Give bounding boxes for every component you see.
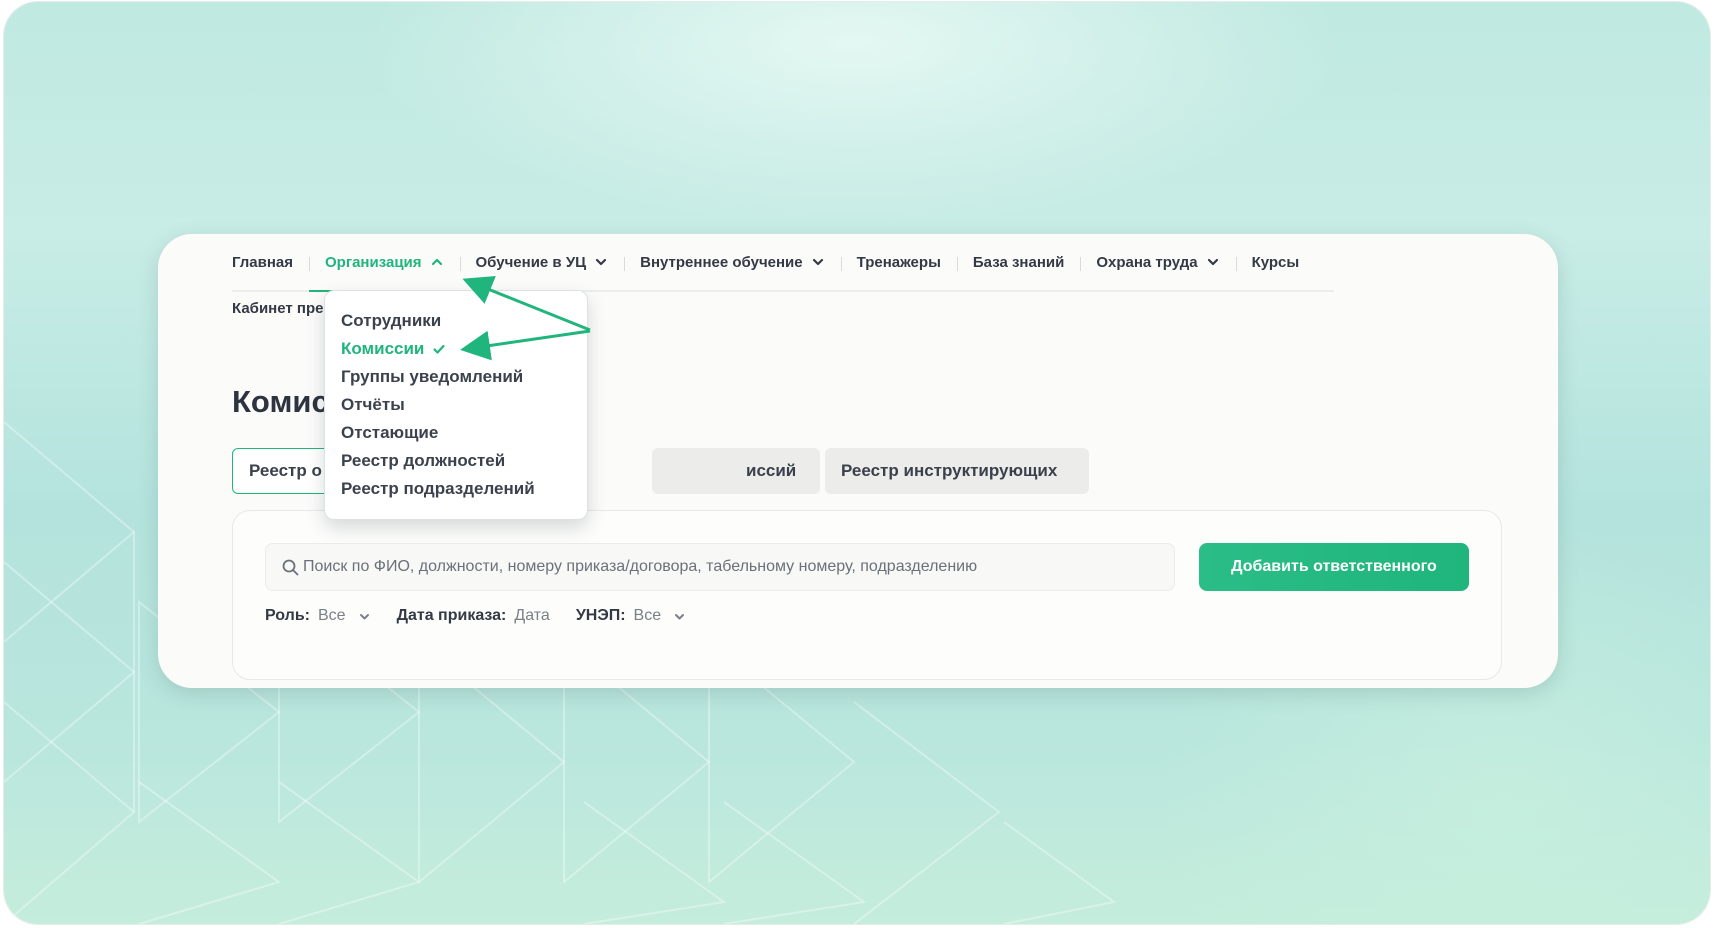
tab-label: Реестр о: [249, 461, 322, 480]
menu-item-notification-groups[interactable]: Группы уведомлений: [341, 363, 587, 391]
nav-item-label: Главная: [232, 253, 294, 271]
nav-item-label: Организация: [325, 253, 422, 271]
menu-item-label: Реестр должностей: [341, 451, 506, 470]
order-date-filter-value: Дата: [514, 607, 550, 624]
search-icon: [282, 559, 299, 575]
chevron-down-icon: [1207, 258, 1218, 266]
chevron-up-icon: [431, 258, 442, 266]
nav-item-label: Курсы: [1251, 253, 1300, 271]
role-filter-label: Роль:: [265, 607, 310, 624]
page-title: Комис: [232, 384, 329, 419]
nav-item-home[interactable]: Главная: [232, 234, 309, 290]
unep-filter[interactable]: УНЭП: Все: [576, 607, 686, 625]
organization-dropdown-menu: Сотрудники Комиссии Группы уведомлений О…: [324, 290, 588, 520]
order-date-filter-label: Дата приказа:: [396, 607, 507, 624]
menu-item-commissions[interactable]: Комиссии: [341, 335, 587, 363]
filter-panel: Добавить ответственного Роль: Все Дата п…: [232, 510, 1502, 680]
nav-item-label: База знаний: [972, 253, 1065, 271]
chevron-down-icon: [596, 258, 607, 266]
search-field[interactable]: [265, 543, 1175, 591]
search-input[interactable]: [303, 558, 1163, 576]
chevron-down-icon: [359, 613, 369, 619]
menu-item-reports[interactable]: Отчёты: [341, 391, 587, 419]
nav-item-internal-training[interactable]: Внутреннее обучение: [624, 234, 841, 290]
nav-item-knowledge-base[interactable]: База знаний: [956, 234, 1080, 290]
nav-item-label: Тренажеры: [856, 253, 941, 271]
unep-filter-value: Все: [633, 607, 662, 624]
menu-item-label: Группы уведомлений: [341, 367, 524, 386]
menu-item-positions-registry[interactable]: Реестр должностей: [341, 447, 587, 475]
menu-item-lagging[interactable]: Отстающие: [341, 419, 587, 447]
checkmark-icon: [433, 344, 445, 354]
unep-filter-label: УНЭП:: [575, 607, 626, 624]
order-date-filter[interactable]: Дата приказа: Дата: [397, 607, 550, 625]
tab-registry-instructors[interactable]: Реестр инструктирующих: [825, 448, 1089, 494]
nav-item-label: Внутреннее обучение: [640, 253, 803, 271]
top-navigation: Главная Организация Обучение в УЦ Внутре…: [232, 234, 1334, 292]
nav-item-label: Обучение в УЦ: [475, 253, 587, 271]
add-responsible-button[interactable]: Добавить ответственного: [1199, 543, 1469, 591]
chevron-down-icon: [675, 613, 685, 619]
role-filter[interactable]: Роль: Все: [265, 607, 371, 625]
tab-registry-commissions[interactable]: иссий: [652, 448, 820, 494]
menu-item-label: Отстающие: [341, 423, 439, 442]
nav-item-labor-safety[interactable]: Охрана труда: [1080, 234, 1235, 290]
menu-item-label: Отчёты: [341, 395, 405, 414]
filters-row: Роль: Все Дата приказа: Дата УНЭП: Все: [265, 607, 712, 625]
breadcrumb[interactable]: Кабинет пре: [232, 300, 323, 317]
menu-item-label: Комиссии: [341, 339, 425, 358]
nav-item-simulators[interactable]: Тренажеры: [840, 234, 957, 290]
menu-item-label: Сотрудники: [341, 311, 442, 330]
menu-item-employees[interactable]: Сотрудники: [341, 307, 587, 335]
menu-item-label: Реестр подразделений: [341, 479, 535, 498]
chevron-down-icon: [812, 258, 823, 266]
nav-item-courses[interactable]: Курсы: [1235, 234, 1316, 290]
menu-item-departments-registry[interactable]: Реестр подразделений: [341, 475, 587, 503]
nav-item-training-center[interactable]: Обучение в УЦ: [459, 234, 625, 290]
tab-label: иссий: [746, 461, 797, 480]
tab-label: Реестр инструктирующих: [841, 461, 1058, 480]
role-filter-value: Все: [317, 607, 346, 624]
nav-item-label: Охрана труда: [1096, 253, 1198, 271]
nav-item-organization[interactable]: Организация: [309, 234, 460, 292]
